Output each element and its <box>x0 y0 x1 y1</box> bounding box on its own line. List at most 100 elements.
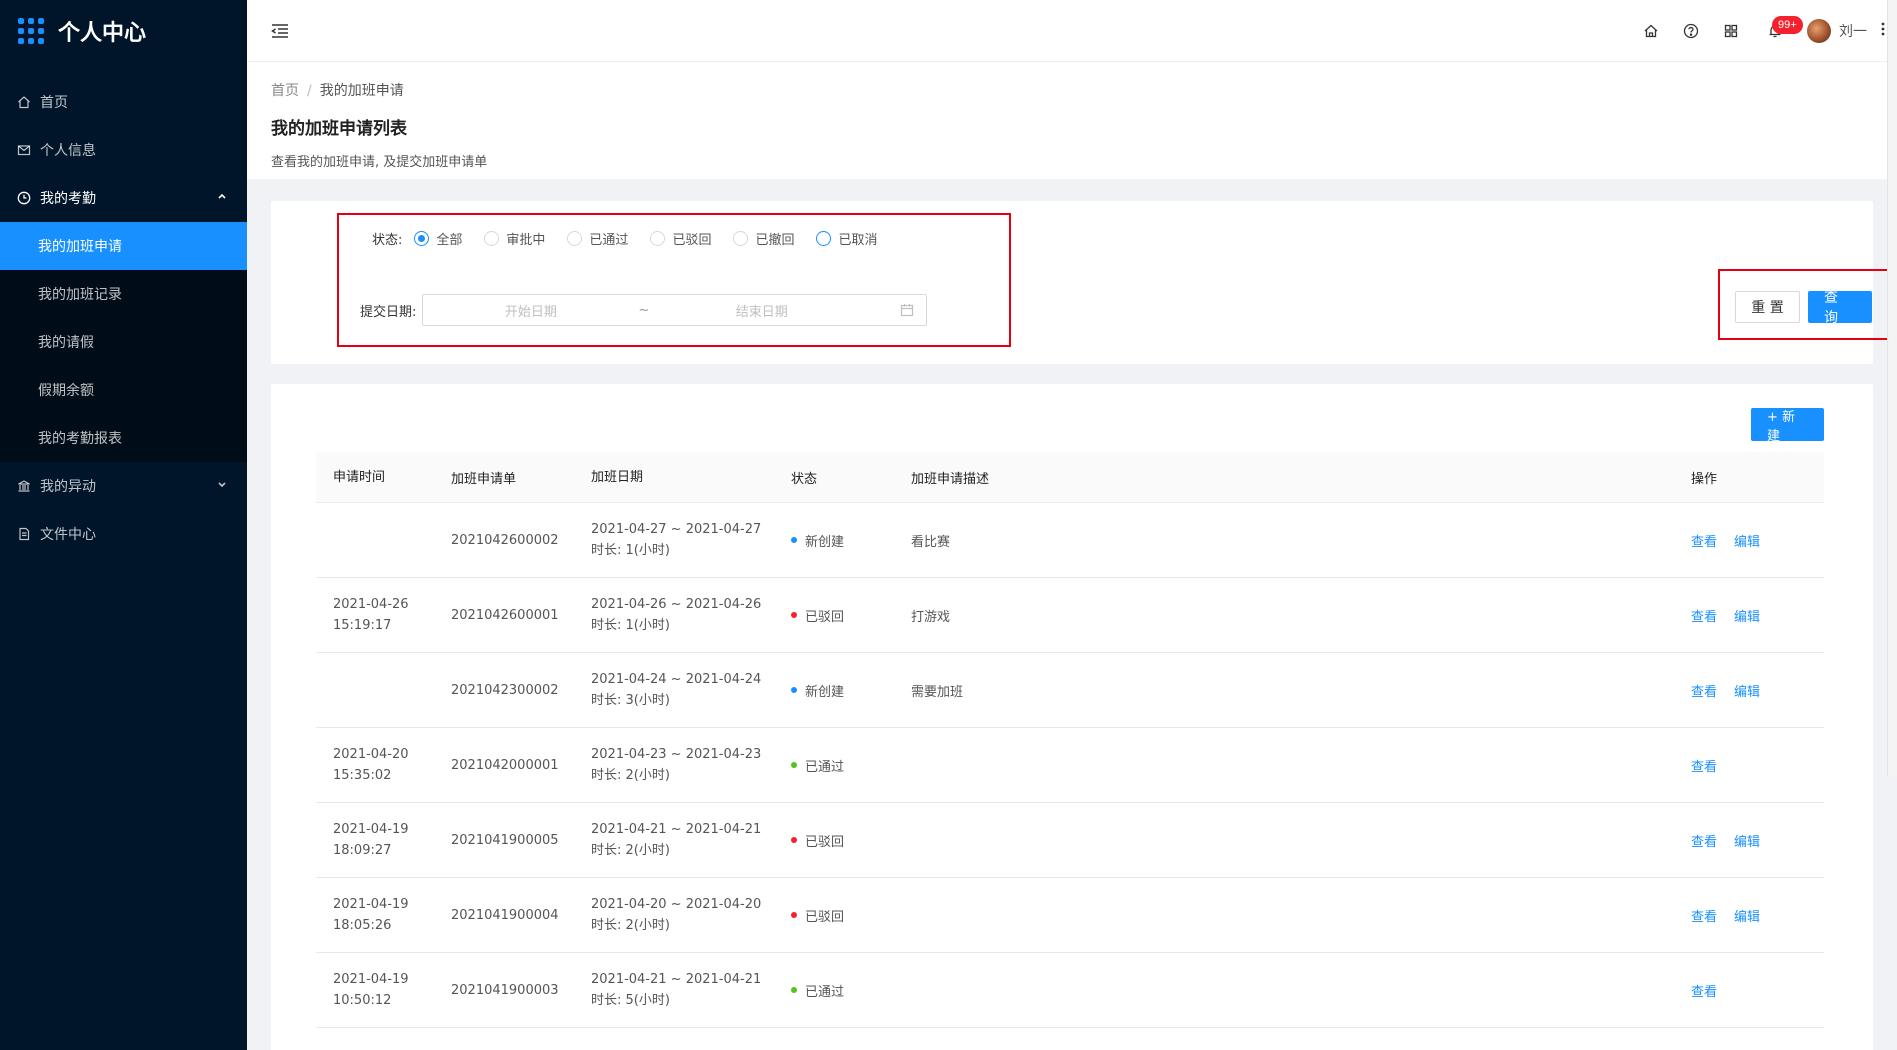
status-text: 新创建 <box>805 534 845 550</box>
table-row: 2021042300002 2021-04-24 ~ 2021-04-24 时长: … <box>316 653 1824 728</box>
sidebar-item-profile[interactable]: 个人信息 <box>0 126 247 174</box>
apply-clock: 15:35:02 <box>333 768 392 783</box>
attendance-submenu: 我的加班申请 我的加班记录 我的请假 假期余额 我的考勤报表 <box>0 222 247 462</box>
sidebar-item-overtime-record[interactable]: 我的加班记录 <box>0 270 247 318</box>
radio-status-pending[interactable]: 审批中 <box>484 229 545 248</box>
end-date-input[interactable]: 结束日期 <box>649 301 874 320</box>
apps-grid-icon <box>18 18 44 44</box>
cell-form-number: 2021042600002 <box>451 532 559 548</box>
main-area: 99+ 刘一 首页 / 我的加班申请 我的加班申请列表 查看我的加班申请, 及提交加… <box>247 0 1897 1050</box>
status-filter: 状态: 全部 审批中 已通过 已驳回 已撤回 已取消 <box>372 226 877 250</box>
cell-description: 打游戏 <box>911 609 951 625</box>
radio-status-approved[interactable]: 已通过 <box>567 229 628 248</box>
cell-form-number: 2021041900005 <box>451 832 559 848</box>
cell-status: 已驳回 <box>774 606 894 625</box>
header-actions: 99+ 刘一 <box>1631 11 1885 51</box>
sidebar-item-attendance-report[interactable]: 我的考勤报表 <box>0 414 247 462</box>
radio-label: 全部 <box>436 232 463 248</box>
view-link[interactable]: 查看 <box>1691 610 1717 625</box>
sidebar-item-leave[interactable]: 我的请假 <box>0 318 247 366</box>
help-icon[interactable] <box>1671 11 1711 51</box>
cell-actions: 查看 <box>1674 981 1824 1000</box>
breadcrumb: 首页 / 我的加班申请 <box>271 80 1873 100</box>
col-header-actions: 操作 <box>1691 471 1718 487</box>
sidebar-item-attendance[interactable]: 我的考勤 <box>0 174 247 222</box>
chevron-down-icon <box>217 480 227 493</box>
sidebar-item-holiday-balance[interactable]: 假期余额 <box>0 366 247 414</box>
more-vertical-icon[interactable] <box>1881 21 1885 41</box>
radio-status-rejected[interactable]: 已驳回 <box>650 229 711 248</box>
apps-icon[interactable] <box>1711 11 1751 51</box>
cell-description: 需要加班 <box>911 684 964 700</box>
logo[interactable]: 个人中心 <box>0 0 247 62</box>
edit-link[interactable]: 编辑 <box>1734 910 1760 925</box>
table-row: 2021-04-19 10:50:12 2021041900003 2021-04-2… <box>316 953 1824 1028</box>
radio-status-cancelled[interactable]: 已取消 <box>816 229 877 248</box>
date-range: 2021-04-26 ~ 2021-04-26 <box>591 597 762 612</box>
apply-clock: 10:50:12 <box>333 993 392 1008</box>
status-text: 已通过 <box>805 759 845 775</box>
apply-clock: 18:05:26 <box>333 918 392 933</box>
view-link[interactable]: 查看 <box>1691 760 1717 775</box>
sidebar-item-files[interactable]: 文件中心 <box>0 510 247 558</box>
cell-status: 新创建 <box>774 531 894 550</box>
new-button[interactable]: + 新建 <box>1751 408 1824 444</box>
status-text: 已驳回 <box>805 609 845 625</box>
view-link[interactable]: 查看 <box>1691 910 1717 925</box>
cell-overtime-dates: 2021-04-20 ~ 2021-04-20 时长: 2(小时) <box>574 894 774 936</box>
sidebar-item-overtime-apply[interactable]: 我的加班申请 <box>0 222 247 270</box>
radio-status-all[interactable]: 全部 <box>414 229 462 248</box>
chevron-up-icon <box>217 192 227 205</box>
apply-date: 2021-04-20 <box>333 747 409 762</box>
bank-icon <box>16 478 32 494</box>
view-link[interactable]: 查看 <box>1691 535 1717 550</box>
cell-form-number: 2021041900003 <box>451 982 559 998</box>
table-body: 2021042600002 2021-04-27 ~ 2021-04-27 时长: … <box>316 503 1824 1028</box>
bell-icon[interactable]: 99+ <box>1755 11 1803 51</box>
home-icon[interactable] <box>1631 11 1671 51</box>
col-header-time: 申请时间 <box>333 469 386 485</box>
start-date-input[interactable]: 开始日期 <box>423 301 638 320</box>
filter-card: 状态: 全部 审批中 已通过 已驳回 已撤回 已取消 提交日期: 开始日期 ~ … <box>271 201 1890 364</box>
sidebar-item-changes[interactable]: 我的异动 <box>0 462 247 510</box>
menu-fold-icon[interactable] <box>271 23 289 39</box>
scrollbar[interactable] <box>1887 0 1897 776</box>
duration: 时长: 1(小时) <box>591 543 670 558</box>
cell-overtime-dates: 2021-04-26 ~ 2021-04-26 时长: 1(小时) <box>574 594 774 636</box>
col-header-desc: 加班申请描述 <box>911 471 990 487</box>
apply-date: 2021-04-26 <box>333 597 409 612</box>
view-link[interactable]: 查看 <box>1691 985 1717 1000</box>
user-menu[interactable]: 刘一 <box>1807 18 1867 43</box>
edit-link[interactable]: 编辑 <box>1734 835 1760 850</box>
breadcrumb-home[interactable]: 首页 <box>271 83 299 99</box>
sidebar-item-label: 我的加班记录 <box>38 287 122 303</box>
app-title: 个人中心 <box>58 21 147 46</box>
col-header-status: 状态 <box>791 471 818 487</box>
cell-actions: 查看 编辑 <box>1674 606 1824 625</box>
sidebar-item-label: 假期余额 <box>38 383 94 399</box>
reset-button[interactable]: 重 置 <box>1735 291 1800 323</box>
cell-status: 已驳回 <box>774 831 894 850</box>
table-row: 2021-04-19 18:09:27 2021041900005 2021-04-2… <box>316 803 1824 878</box>
sidebar-item-home[interactable]: 首页 <box>0 78 247 126</box>
page-header: 首页 / 我的加班申请 我的加班申请列表 查看我的加班申请, 及提交加班申请单 <box>247 62 1897 179</box>
date-range-picker[interactable]: 开始日期 ~ 结束日期 <box>422 294 928 326</box>
cell-status: 已驳回 <box>774 906 894 925</box>
edit-link[interactable]: 编辑 <box>1734 610 1760 625</box>
apply-date: 2021-04-19 <box>333 972 409 987</box>
view-link[interactable]: 查看 <box>1691 685 1717 700</box>
sidebar-item-label: 首页 <box>40 95 68 111</box>
cell-form-number: 2021042300002 <box>451 682 559 698</box>
radio-status-withdrawn[interactable]: 已撤回 <box>733 229 794 248</box>
edit-link[interactable]: 编辑 <box>1734 685 1760 700</box>
apply-clock: 18:09:27 <box>333 843 392 858</box>
query-button[interactable]: 查 询 <box>1808 290 1872 326</box>
overtime-table: 申请时间 加班申请单 加班日期 状态 加班申请描述 操作 20210426000… <box>316 452 1824 1028</box>
cell-actions: 查看 编辑 <box>1674 681 1824 700</box>
view-link[interactable]: 查看 <box>1691 835 1717 850</box>
col-header-number: 加班申请单 <box>451 471 517 487</box>
duration: 时长: 2(小时) <box>591 843 670 858</box>
duration: 时长: 2(小时) <box>591 918 670 933</box>
status-text: 已驳回 <box>805 909 845 925</box>
edit-link[interactable]: 编辑 <box>1734 535 1760 550</box>
